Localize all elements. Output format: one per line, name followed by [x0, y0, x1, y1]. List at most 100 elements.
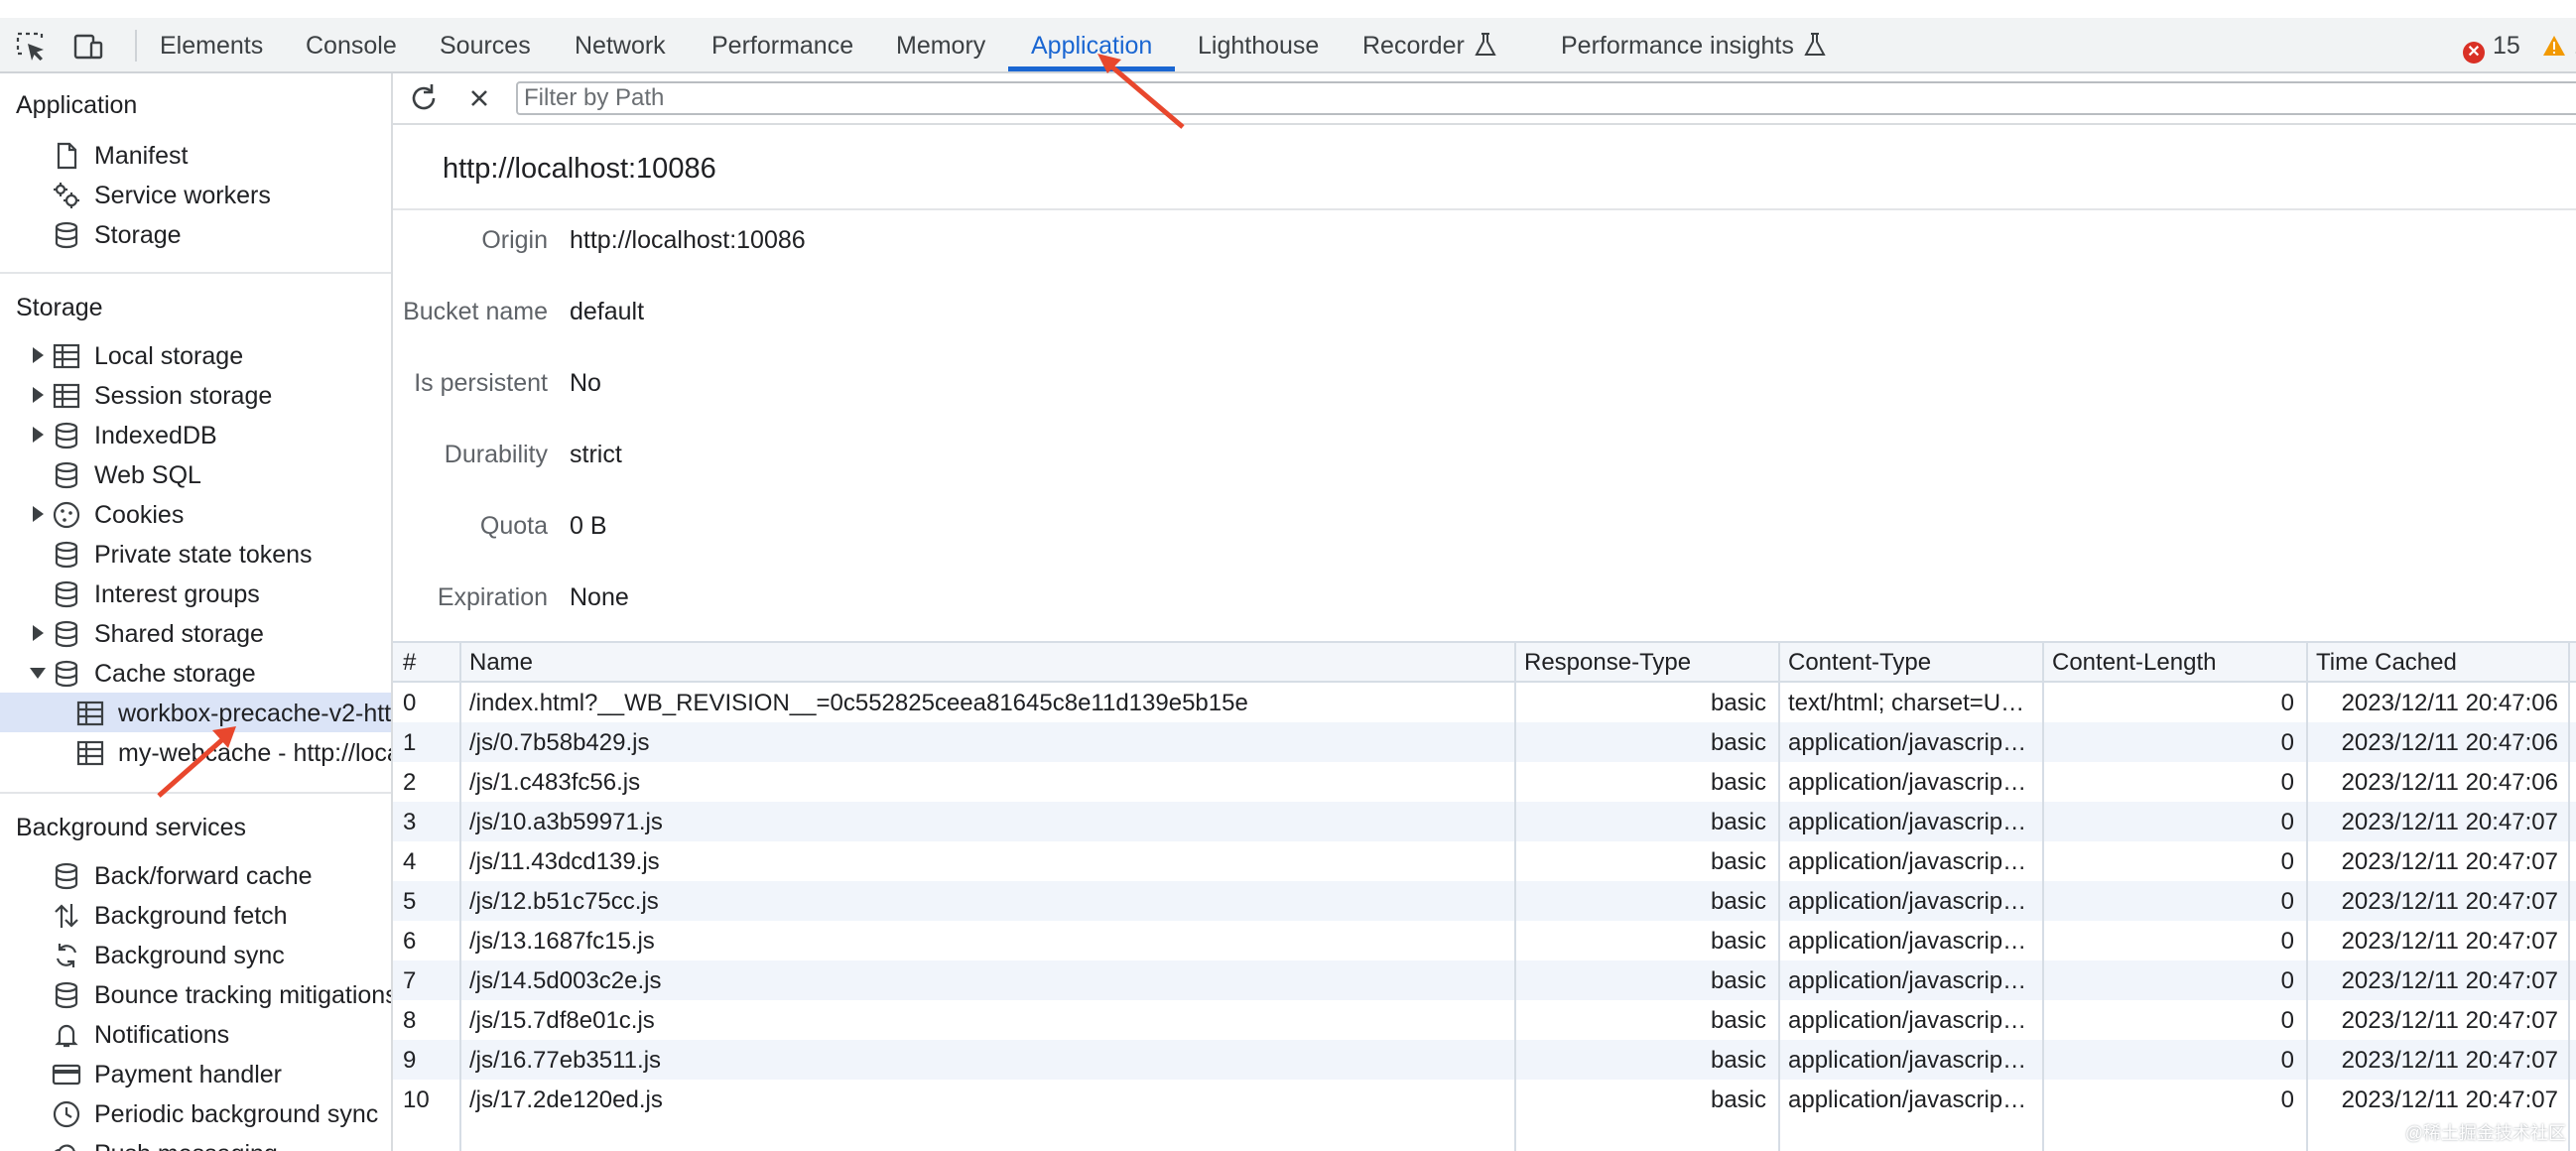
tab-application[interactable]: Application	[1031, 18, 1152, 71]
detail-key-origin: Origin	[481, 226, 548, 254]
header-divider	[393, 208, 2576, 210]
column-divider[interactable]	[2042, 643, 2044, 1151]
table-row[interactable]: 8/js/15.7df8e01c.js basic application/java…	[393, 1000, 2576, 1040]
column-divider[interactable]	[2568, 643, 2570, 1151]
sidebar-item-periodic-background-sync[interactable]: Periodic background sync	[0, 1093, 391, 1133]
cell-index: 1	[403, 729, 417, 756]
database-icon	[52, 980, 81, 1010]
column-header-time-cached[interactable]: Time Cached	[2316, 649, 2457, 677]
expand-arrow-icon[interactable]	[33, 387, 44, 403]
cell-name: /js/12.b51c75cc.js	[469, 888, 659, 915]
section-title-background-services: Background services	[16, 814, 247, 841]
column-header-name[interactable]: Name	[469, 649, 533, 677]
tab-network[interactable]: Network	[575, 18, 666, 71]
column-header-index[interactable]: #	[403, 649, 416, 677]
clear-filter-icon[interactable]	[462, 81, 496, 115]
sidebar-item-service-workers[interactable]: Service workers	[0, 175, 391, 214]
cell-content-type: application/javascrip…	[1788, 928, 2027, 955]
column-header-content-length[interactable]: Content-Length	[2052, 649, 2216, 677]
tab-sources[interactable]: Sources	[440, 18, 531, 71]
tab-console[interactable]: Console	[306, 18, 397, 71]
cell-content-type: application/javascrip…	[1788, 888, 2027, 915]
tab-memory[interactable]: Memory	[896, 18, 985, 71]
sidebar-item-payment-handler[interactable]: Payment handler	[0, 1054, 391, 1093]
sidebar-item-background-sync[interactable]: Background sync	[0, 935, 391, 974]
sidebar-item-private-state-tokens[interactable]: Private state tokens	[0, 534, 391, 574]
column-header-response-type[interactable]: Response-Type	[1524, 649, 1691, 677]
column-header-content-type[interactable]: Content-Type	[1788, 649, 1931, 677]
expand-arrow-icon[interactable]	[33, 347, 44, 363]
sidebar-item-manifest[interactable]: Manifest	[0, 135, 391, 175]
column-divider[interactable]	[1778, 643, 1780, 1151]
flask-icon	[1804, 33, 1826, 56]
table-row[interactable]: 3/js/10.a3b59971.js basic application/java…	[393, 802, 2576, 841]
table-row[interactable]: 5/js/12.b51c75cc.js basic application/java…	[393, 881, 2576, 921]
expand-arrow-icon[interactable]	[33, 625, 44, 641]
table-row[interactable]: 4/js/11.43dcd139.js basic application/java…	[393, 841, 2576, 881]
column-divider[interactable]	[2306, 643, 2308, 1151]
sidebar-item-session-storage[interactable]: Session storage	[0, 375, 391, 415]
cell-index: 9	[403, 1047, 417, 1074]
tab-elements[interactable]: Elements	[160, 18, 263, 71]
tab-recorder[interactable]: Recorder	[1362, 18, 1496, 71]
toolbar-separator	[135, 30, 137, 62]
collapse-arrow-icon[interactable]	[30, 668, 46, 679]
refresh-icon[interactable]	[407, 81, 441, 115]
active-tab-indicator	[1008, 66, 1175, 71]
sidebar-item-web-sql[interactable]: Web SQL	[0, 454, 391, 494]
expand-arrow-icon[interactable]	[33, 506, 44, 522]
error-count: 15	[2493, 32, 2520, 60]
error-icon: ✕	[2463, 42, 2485, 64]
arrows-up-down-icon	[52, 901, 81, 931]
sidebar-item-workbox-precache[interactable]: workbox-precache-v2-http://localhost:100…	[0, 693, 391, 732]
column-divider[interactable]	[459, 643, 461, 1151]
device-toolbar-icon[interactable]	[71, 30, 105, 64]
table-row[interactable]: 1/js/0.7b58b429.js basic application/javas…	[393, 722, 2576, 762]
cell-content-type: application/javascrip…	[1788, 967, 2027, 994]
table-row[interactable]: 2/js/1.c483fc56.js basic application/javas…	[393, 762, 2576, 802]
sidebar-item-storage-overview[interactable]: Storage	[0, 214, 391, 254]
sidebar-item-indexeddb[interactable]: IndexedDB	[0, 415, 391, 454]
sidebar-item-back-forward-cache[interactable]: Back/forward cache	[0, 855, 391, 895]
filter-by-path-input[interactable]	[516, 81, 2576, 115]
database-icon	[52, 460, 81, 490]
table-row[interactable]: 9/js/16.77eb3511.js basic application/java…	[393, 1040, 2576, 1080]
sidebar-item-cache-storage[interactable]: Cache storage	[0, 653, 391, 693]
table-row[interactable]: 0/index.html?__WB_REVISION__=0c552825cee…	[393, 683, 2576, 722]
tab-lighthouse[interactable]: Lighthouse	[1198, 18, 1319, 71]
cell-index: 7	[403, 967, 417, 994]
error-counter[interactable]: ✕ 15	[2463, 18, 2520, 71]
sidebar-item-my-webcache[interactable]: my-webcache - http://localhost:10086/	[0, 732, 391, 772]
sidebar-item-bounce-tracking[interactable]: Bounce tracking mitigations	[0, 974, 391, 1014]
inspect-element-icon[interactable]	[14, 30, 48, 64]
warning-counter[interactable]: 1	[2542, 18, 2576, 71]
cell-content-length: 0	[2280, 729, 2294, 756]
expand-arrow-icon[interactable]	[33, 427, 44, 443]
sidebar-item-label: Cache storage	[94, 660, 256, 688]
cell-content-type: application/javascrip…	[1788, 1087, 2027, 1113]
cell-index: 0	[403, 690, 417, 716]
cache-entries-table: # Name Response-Type Content-Type Conten…	[393, 641, 2576, 1151]
section-divider	[0, 272, 391, 274]
sidebar-item-background-fetch[interactable]: Background fetch	[0, 895, 391, 935]
devtools-tab-bar: Elements Console Sources Network Perform…	[0, 18, 2576, 73]
tab-performance[interactable]: Performance	[711, 18, 853, 71]
cell-name: /js/16.77eb3511.js	[469, 1047, 662, 1074]
sidebar-item-shared-storage[interactable]: Shared storage	[0, 613, 391, 653]
cell-response-type: basic	[1710, 928, 1766, 955]
cell-response-type: basic	[1710, 967, 1766, 994]
sidebar-item-push-messaging[interactable]: Push messaging	[0, 1133, 391, 1151]
table-row[interactable]: 7/js/14.5d003c2e.js basic application/java…	[393, 960, 2576, 1000]
column-divider[interactable]	[1514, 643, 1516, 1151]
sidebar-item-local-storage[interactable]: Local storage	[0, 335, 391, 375]
sidebar-item-interest-groups[interactable]: Interest groups	[0, 574, 391, 613]
sidebar-item-cookies[interactable]: Cookies	[0, 494, 391, 534]
detail-key-is-persistent: Is persistent	[414, 369, 548, 397]
table-row[interactable]: 6/js/13.1687fc15.js basic application/java…	[393, 921, 2576, 960]
sidebar-item-notifications[interactable]: Notifications	[0, 1014, 391, 1054]
tab-performance-insights[interactable]: Performance insights	[1561, 18, 1826, 71]
table-row[interactable]: 10/js/17.2de120ed.js basic application/jav…	[393, 1080, 2576, 1119]
cell-response-type: basic	[1710, 888, 1766, 915]
cell-content-length: 0	[2280, 1087, 2294, 1113]
cell-content-length: 0	[2280, 967, 2294, 994]
